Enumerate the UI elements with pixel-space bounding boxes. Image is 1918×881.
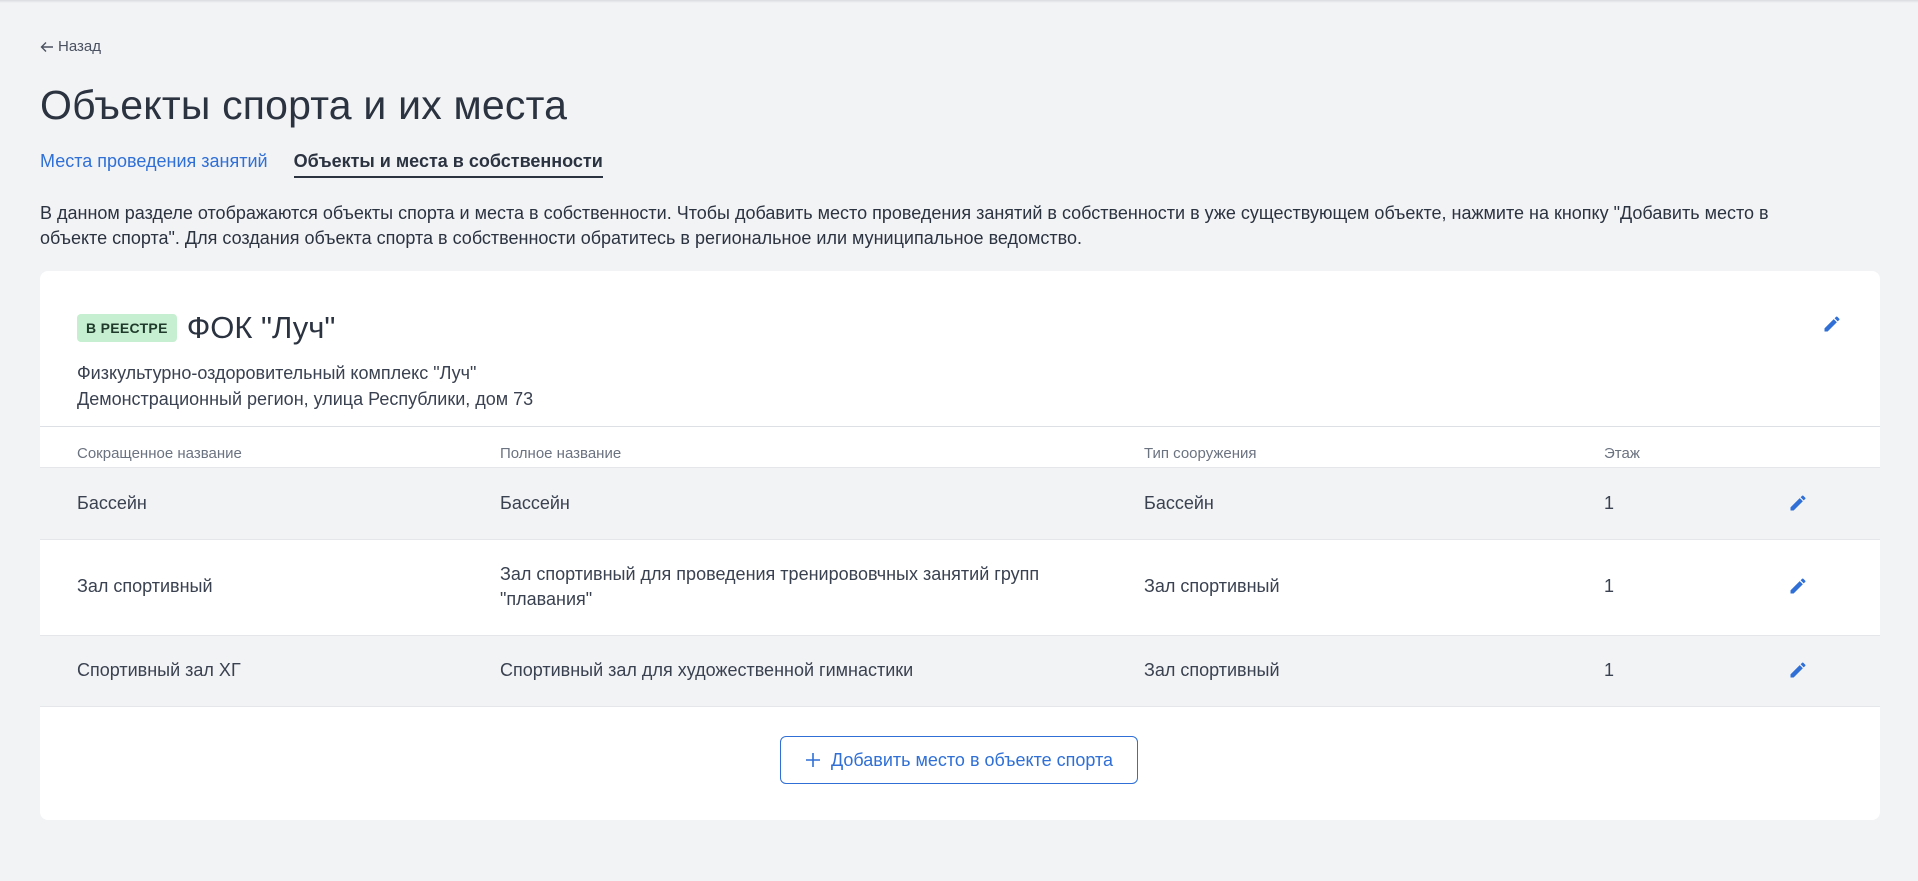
places-table: Сокращенное название Полное название Тип… (40, 426, 1880, 707)
row-edit-button[interactable] (1788, 660, 1808, 687)
tab-owned-objects[interactable]: Объекты и места в собственности (293, 151, 603, 178)
header-floor: Этаж (1604, 445, 1640, 462)
facility-address: Демонстрационный регион, улица Республик… (77, 389, 534, 409)
page-description: В данном разделе отображаются объекты сп… (40, 203, 1769, 248)
cell-floor: 1 (1604, 576, 1615, 596)
facility-full-name: Физкультурно-оздоровительный комплекс "Л… (77, 363, 477, 383)
facility-edit-button[interactable] (1822, 314, 1842, 339)
cell-full-name: Зал спортивный для проведения тренировов… (500, 564, 1040, 609)
pencil-icon (1824, 316, 1840, 332)
cell-floor: 1 (1604, 660, 1615, 680)
pencil-icon (1790, 578, 1806, 594)
row-edit-button[interactable] (1788, 493, 1808, 520)
table-row: Бассейн Бассейн Бассейн 1 (40, 467, 1880, 539)
add-place-button[interactable]: Добавить место в объекте спорта (780, 736, 1138, 784)
cell-short-name: Спортивный зал ХГ (77, 660, 241, 680)
table-row: Спортивный зал ХГ Спортивный зал для худ… (40, 635, 1880, 707)
tabs: Места проведения занятий Объекты и места… (40, 151, 629, 178)
back-link[interactable]: Назад (40, 38, 101, 55)
cell-full-name: Бассейн (500, 493, 570, 513)
facility-title: ФОК "Луч" (186, 310, 336, 345)
facility-card: В РЕЕСТРЕ ФОК "Луч" Физкультурно-оздоров… (40, 271, 1880, 820)
cell-short-name: Бассейн (77, 493, 147, 513)
pencil-icon (1790, 495, 1806, 511)
table-row: Зал спортивный Зал спортивный для провед… (40, 539, 1880, 635)
arrow-left-icon (40, 41, 53, 52)
tab-places[interactable]: Места проведения занятий (40, 151, 268, 178)
cell-type: Зал спортивный (1144, 660, 1280, 680)
cell-full-name: Спортивный зал для художественной гимнас… (500, 660, 914, 680)
page-title: Объекты спорта и их места (40, 82, 568, 128)
facility-header: В РЕЕСТРЕ ФОК "Луч" (77, 310, 335, 346)
pencil-icon (1790, 662, 1806, 678)
row-edit-button[interactable] (1788, 576, 1808, 603)
cell-type: Бассейн (1144, 493, 1214, 513)
cell-short-name: Зал спортивный (77, 576, 213, 596)
add-place-label: Добавить место в объекте спорта (830, 749, 1114, 770)
facility-details: Физкультурно-оздоровительный комплекс "Л… (77, 360, 533, 412)
cell-floor: 1 (1604, 493, 1615, 513)
header-type: Тип сооружения (1144, 445, 1257, 462)
table-header: Сокращенное название Полное название Тип… (40, 426, 1880, 467)
status-badge: В РЕЕСТРЕ (77, 314, 177, 342)
plus-icon (805, 753, 820, 767)
header-short-name: Сокращенное название (77, 445, 242, 462)
header-full-name: Полное название (500, 445, 622, 462)
back-label: Назад (58, 38, 101, 55)
top-shadow (0, 0, 1918, 3)
cell-type: Зал спортивный (1144, 576, 1280, 596)
